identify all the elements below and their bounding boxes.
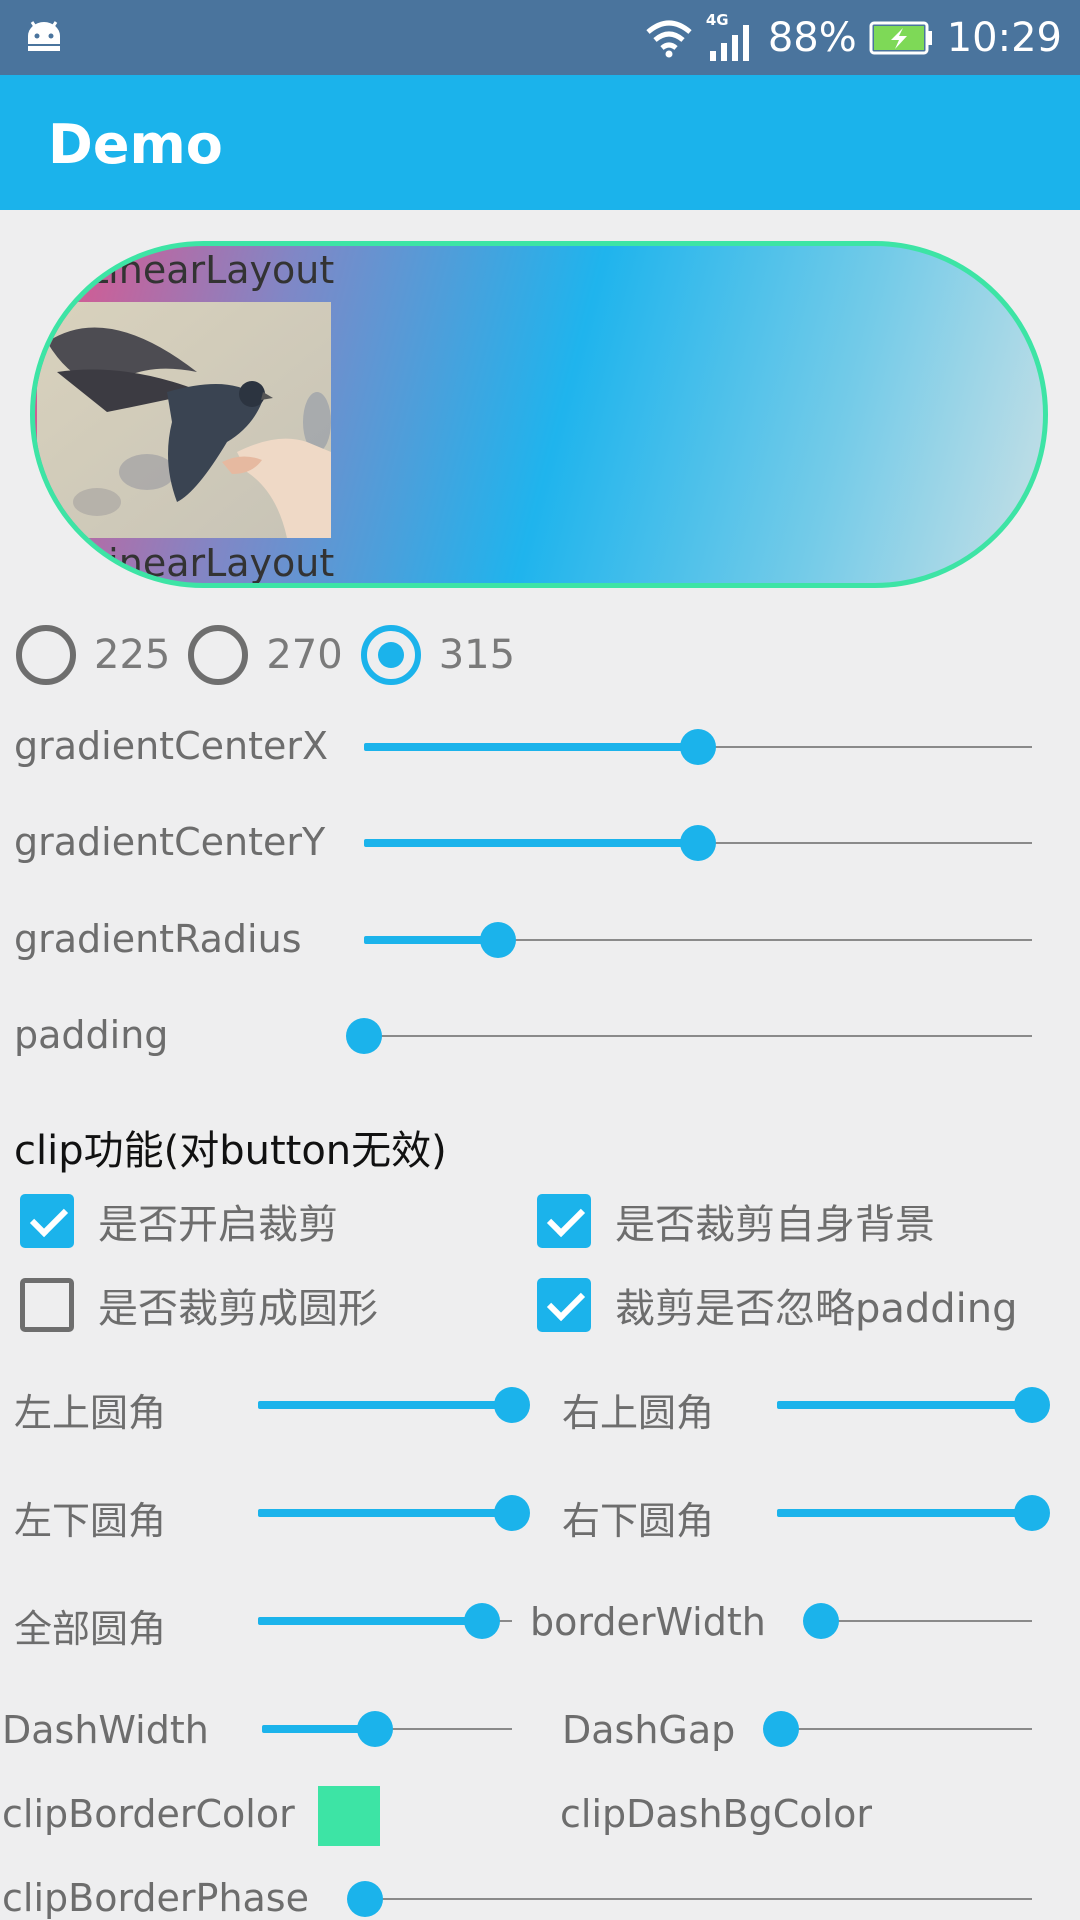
- all-corners-slider[interactable]: [258, 1601, 512, 1641]
- checkbox-label: 是否开启裁剪: [98, 1202, 338, 1248]
- radio-button-icon[interactable]: [188, 625, 249, 685]
- slider-thumb[interactable]: [680, 729, 716, 765]
- slider-thumb[interactable]: [479, 922, 516, 958]
- checkbox-label: 是否裁剪自身背景: [615, 1202, 935, 1248]
- checkbox-clip-circle[interactable]: 是否裁剪成圆形: [20, 1276, 378, 1334]
- gradient-demo-view: LinearLayout LinearLayout: [30, 241, 1048, 588]
- padding-slider[interactable]: [346, 1016, 1032, 1056]
- gradient-center-x-slider[interactable]: [364, 727, 1032, 767]
- slider-thumb[interactable]: [347, 1881, 383, 1917]
- radio-label: 225: [94, 632, 171, 678]
- checkbox-clip-own-background[interactable]: 是否裁剪自身背景: [537, 1192, 935, 1250]
- top-right-corner-slider[interactable]: [777, 1385, 1050, 1425]
- gradient-radius-slider[interactable]: [364, 920, 1032, 960]
- radio-label: 315: [438, 632, 516, 678]
- battery-charging-icon: [869, 21, 932, 54]
- radio-button-icon[interactable]: [16, 625, 76, 685]
- dash-width-slider[interactable]: [262, 1709, 512, 1749]
- radio-angle-315[interactable]: 315: [360, 625, 516, 685]
- checkbox-ignore-padding[interactable]: 裁剪是否忽略padding: [537, 1276, 1018, 1334]
- gradient-center-x-label: gradientCenterX: [14, 724, 329, 768]
- clip-border-phase-label: clipBorderPhase: [2, 1876, 309, 1920]
- clock: 10:29: [946, 14, 1062, 61]
- wifi-icon: [646, 20, 692, 57]
- gradient-center-y-slider[interactable]: [364, 823, 1032, 863]
- radio-label: 270: [266, 632, 343, 678]
- signal-icon: 4G: [706, 11, 756, 63]
- top-right-corner-label: 右上圆角: [562, 1391, 715, 1435]
- dash-gap-label: DashGap: [562, 1708, 736, 1752]
- slider-thumb[interactable]: [1014, 1387, 1050, 1423]
- checkbox-unchecked-icon[interactable]: [20, 1278, 74, 1332]
- linear-layout-label-bottom: LinearLayout: [87, 541, 335, 585]
- padding-label: padding: [14, 1013, 169, 1057]
- android-icon: [28, 21, 60, 51]
- radio-button-selected-icon[interactable]: [360, 625, 421, 685]
- bottom-right-corner-label: 右下圆角: [562, 1499, 715, 1543]
- slider-thumb[interactable]: [803, 1603, 839, 1639]
- top-left-corner-slider[interactable]: [258, 1385, 530, 1425]
- bottom-left-corner-slider[interactable]: [258, 1493, 530, 1533]
- checkbox-checked-icon[interactable]: [537, 1278, 591, 1332]
- top-left-corner-label: 左上圆角: [14, 1391, 167, 1435]
- clip-dash-bg-color-label[interactable]: clipDashBgColor: [560, 1792, 872, 1836]
- checkbox-enable-clip[interactable]: 是否开启裁剪: [20, 1192, 338, 1250]
- gradient-angle-radio-group: 225 270 315: [16, 620, 533, 690]
- checkbox-checked-icon[interactable]: [537, 1194, 591, 1248]
- dash-gap-slider[interactable]: [763, 1709, 1032, 1749]
- linear-layout-label-top: LinearLayout: [87, 248, 335, 292]
- app-bar: Demo: [0, 75, 1080, 210]
- gradient-center-y-label: gradientCenterY: [14, 820, 326, 864]
- slider-thumb[interactable]: [494, 1387, 530, 1423]
- radio-angle-270[interactable]: 270: [188, 625, 343, 685]
- gradient-radius-label: gradientRadius: [14, 917, 302, 961]
- slider-thumb[interactable]: [1014, 1495, 1050, 1531]
- slider-thumb[interactable]: [356, 1711, 393, 1747]
- border-width-slider[interactable]: [803, 1601, 1032, 1641]
- battery-percent: 88%: [767, 14, 857, 61]
- clip-border-color-label: clipBorderColor: [2, 1792, 295, 1836]
- all-corners-label: 全部圆角: [14, 1607, 167, 1651]
- checkbox-label: 裁剪是否忽略padding: [615, 1286, 1018, 1332]
- radio-angle-225[interactable]: 225: [16, 625, 170, 685]
- checkbox-label: 是否裁剪成圆形: [98, 1286, 378, 1332]
- clip-section-title: clip功能(对button无效): [14, 1128, 447, 1174]
- border-width-label: borderWidth: [530, 1600, 766, 1644]
- slider-thumb[interactable]: [680, 825, 716, 861]
- bottom-right-corner-slider[interactable]: [777, 1493, 1050, 1533]
- checkbox-checked-icon[interactable]: [20, 1194, 74, 1248]
- slider-thumb[interactable]: [494, 1495, 530, 1531]
- status-bar: 4G 88% 10:29: [0, 0, 1080, 75]
- slider-thumb[interactable]: [346, 1018, 382, 1054]
- bottom-left-corner-label: 左下圆角: [14, 1499, 167, 1543]
- dash-width-label: DashWidth: [2, 1708, 209, 1752]
- app-title: Demo: [48, 113, 223, 176]
- pigeon-photo: [37, 302, 331, 538]
- clip-border-color-swatch[interactable]: [318, 1786, 380, 1846]
- slider-thumb[interactable]: [463, 1603, 500, 1639]
- clip-border-phase-slider[interactable]: [347, 1879, 1032, 1919]
- slider-thumb[interactable]: [763, 1711, 799, 1747]
